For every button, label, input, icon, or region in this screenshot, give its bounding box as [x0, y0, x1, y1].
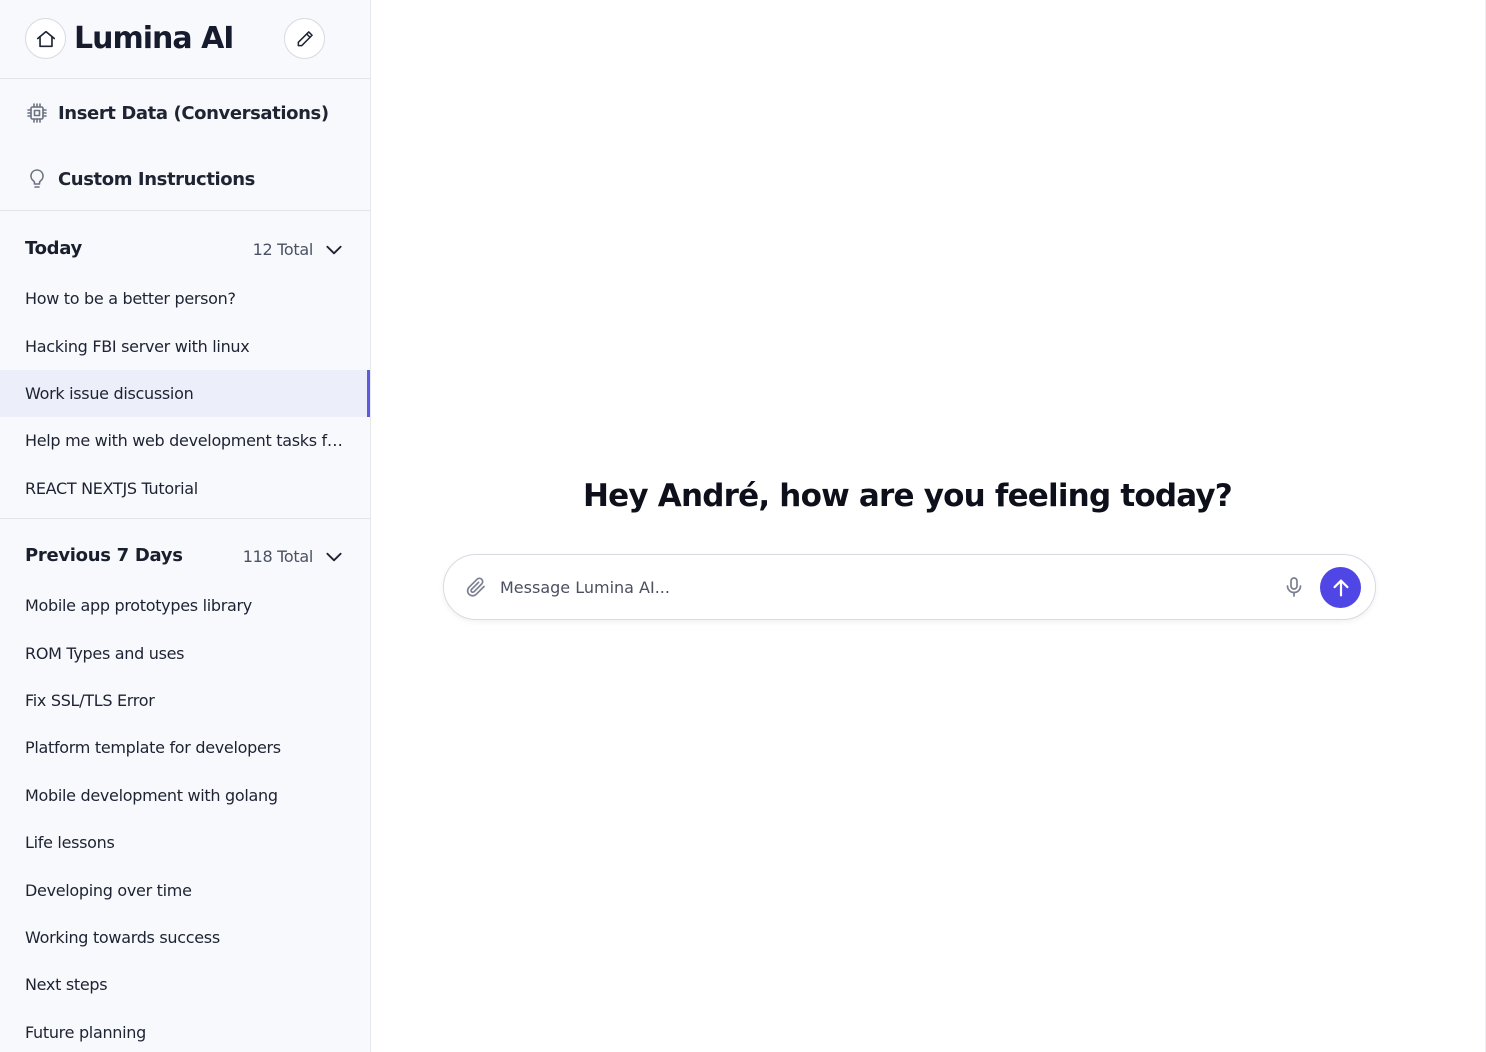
section-count: 12 Total	[252, 240, 314, 259]
insert-data-label: Insert Data (Conversations)	[58, 102, 329, 124]
custom-instructions-label: Custom Instructions	[58, 168, 255, 190]
section-count: 118 Total	[242, 547, 314, 566]
chat-main: Hey André, how are you feeling today?	[371, 0, 1486, 1052]
conversation-title: Hacking FBI server with linux	[25, 336, 250, 356]
conversation-title: Future planning	[25, 1022, 146, 1042]
microphone-icon[interactable]	[1282, 575, 1306, 599]
message-input[interactable]	[500, 569, 1260, 605]
pencil-icon	[297, 30, 313, 46]
home-button[interactable]	[25, 18, 66, 59]
conversation-item[interactable]: REACT NEXTJS Tutorial	[0, 465, 370, 512]
conversation-item[interactable]: ROM Types and uses	[0, 629, 370, 676]
conversation-item[interactable]: Life lessons	[0, 819, 370, 866]
arrow-up-icon	[1332, 579, 1349, 596]
conversation-title: Platform template for developers	[25, 738, 281, 758]
conversation-list-previous: Mobile app prototypes library ROM Types a…	[0, 582, 370, 1052]
conversation-title: Work issue discussion	[25, 383, 194, 403]
conversation-item[interactable]: Fix SSL/TLS Error	[0, 677, 370, 724]
insert-data-button[interactable]: Insert Data (Conversations)	[25, 98, 329, 128]
conversation-item[interactable]: Platform template for developers	[0, 724, 370, 771]
section-divider	[0, 518, 370, 519]
sidebar: Lumina AI Insert Data (Conversations) Cu…	[0, 0, 371, 1052]
conversation-item[interactable]: Mobile app prototypes library	[0, 582, 370, 629]
message-composer	[443, 554, 1376, 620]
sidebar-header: Lumina AI	[0, 0, 370, 79]
conversation-item[interactable]: Hacking FBI server with linux	[0, 322, 370, 369]
app-title: Lumina AI	[74, 21, 234, 56]
conversation-title: Mobile development with golang	[25, 785, 278, 805]
conversation-item[interactable]: Working towards success	[0, 914, 370, 961]
conversation-item[interactable]: Work issue discussion	[0, 369, 370, 418]
home-icon	[36, 30, 55, 47]
conversation-item[interactable]: Help me with web development tasks fr...	[0, 417, 370, 464]
section-header-previous-7-days[interactable]: Previous 7 Days 118 Total	[0, 537, 370, 577]
conversation-list-today: How to be a better person? Hacking FBI se…	[0, 275, 370, 512]
conversation-title: Fix SSL/TLS Error	[25, 690, 155, 710]
conversation-item[interactable]: Developing over time	[0, 866, 370, 913]
lightbulb-icon	[25, 167, 49, 191]
paperclip-icon[interactable]	[464, 575, 488, 599]
chevron-down-icon[interactable]	[323, 546, 345, 568]
conversation-title: How to be a better person?	[25, 289, 236, 309]
conversation-title: Next steps	[25, 975, 108, 995]
conversation-title: REACT NEXTJS Tutorial	[25, 478, 198, 498]
conversation-item[interactable]: Mobile development with golang	[0, 772, 370, 819]
chevron-down-icon[interactable]	[323, 239, 345, 261]
send-button[interactable]	[1320, 567, 1361, 608]
section-title: Previous 7 Days	[25, 545, 183, 566]
conversation-title: ROM Types and uses	[25, 643, 185, 663]
conversation-title: Help me with web development tasks fr...	[25, 431, 346, 451]
custom-instructions-button[interactable]: Custom Instructions	[25, 164, 255, 194]
section-title: Today	[25, 238, 82, 259]
section-header-today[interactable]: Today 12 Total	[0, 230, 370, 270]
cpu-chip-icon	[25, 101, 49, 125]
conversation-title: Working towards success	[25, 927, 220, 947]
conversation-item[interactable]: Future planning	[0, 1009, 370, 1052]
conversation-title: Mobile app prototypes library	[25, 596, 252, 616]
conversation-item[interactable]: How to be a better person?	[0, 275, 370, 322]
conversation-title: Developing over time	[25, 880, 192, 900]
conversation-item[interactable]: Next steps	[0, 961, 370, 1008]
sidebar-tools: Insert Data (Conversations) Custom Instr…	[0, 80, 370, 211]
new-chat-button[interactable]	[284, 18, 325, 59]
conversation-title: Life lessons	[25, 833, 115, 853]
greeting-heading: Hey André, how are you feeling today?	[583, 478, 1233, 514]
